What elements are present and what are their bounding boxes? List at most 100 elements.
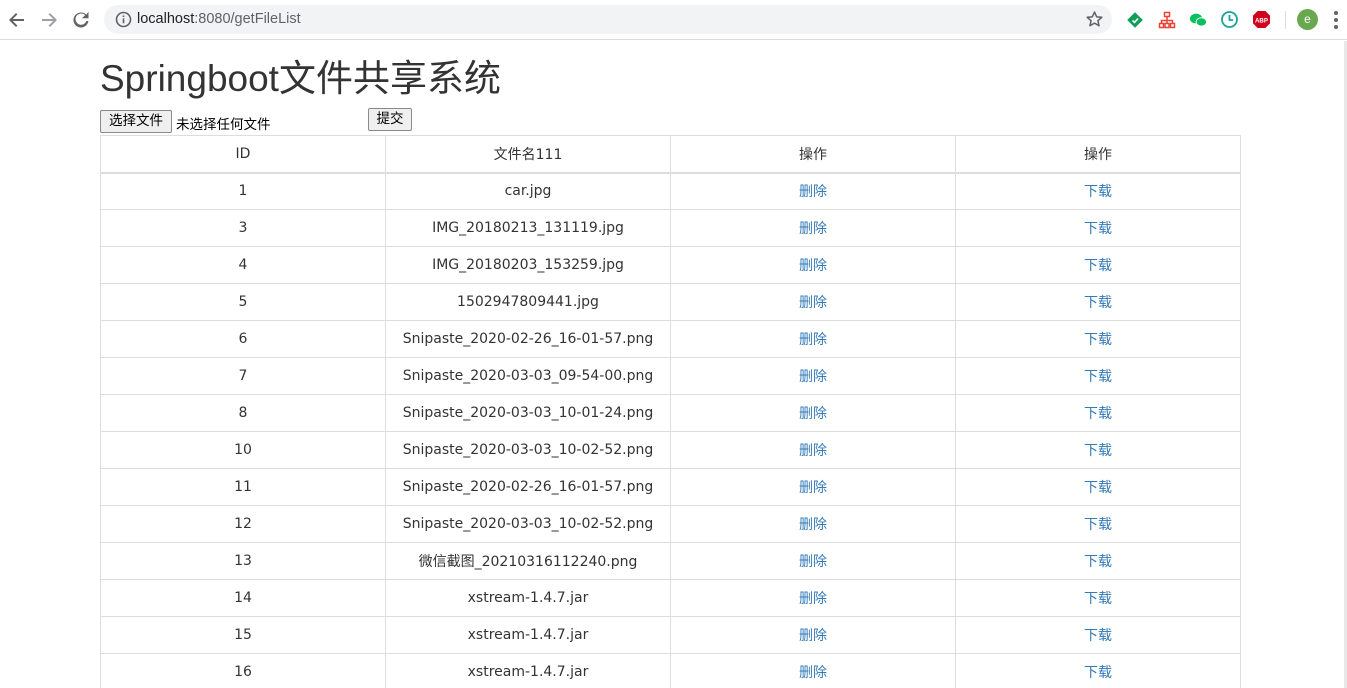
delete-link[interactable]: 删除 bbox=[799, 295, 827, 311]
extension-sitemap-icon[interactable] bbox=[1157, 10, 1176, 29]
forward-button[interactable] bbox=[37, 8, 61, 32]
header-action-download: 操作 bbox=[955, 135, 1241, 174]
download-link[interactable]: 下载 bbox=[1084, 184, 1112, 200]
file-id: 16 bbox=[100, 653, 386, 688]
adblock-label: ABP bbox=[1255, 17, 1268, 24]
download-cell: 下载 bbox=[955, 653, 1241, 688]
reload-button[interactable] bbox=[69, 8, 93, 32]
download-link[interactable]: 下载 bbox=[1084, 591, 1112, 607]
file-name: Snipaste_2020-03-03_10-02-52.png bbox=[385, 505, 671, 543]
delete-cell: 删除 bbox=[670, 357, 956, 395]
delete-link[interactable]: 删除 bbox=[799, 628, 827, 644]
file-status-text: 未选择任何文件 bbox=[176, 117, 271, 133]
delete-link[interactable]: 删除 bbox=[799, 443, 827, 459]
back-arrow-icon bbox=[9, 13, 24, 27]
delete-link[interactable]: 删除 bbox=[799, 591, 827, 607]
delete-link[interactable]: 删除 bbox=[799, 332, 827, 348]
download-link[interactable]: 下载 bbox=[1084, 369, 1112, 385]
table-row: 13 微信截图_20210316112240.png 删除 下载 bbox=[100, 542, 1241, 580]
delete-cell: 删除 bbox=[670, 283, 956, 321]
table-row: 11 Snipaste_2020-02-26_16-01-57.png 删除 下载 bbox=[100, 468, 1241, 506]
address-bar[interactable]: localhost:8080/getFileList bbox=[104, 5, 1112, 34]
bookmark-star-icon[interactable] bbox=[1085, 10, 1104, 29]
extension-adblock-icon[interactable]: ABP bbox=[1252, 10, 1271, 29]
delete-cell: 删除 bbox=[670, 505, 956, 543]
download-link[interactable]: 下载 bbox=[1084, 332, 1112, 348]
file-name: Snipaste_2020-03-03_10-01-24.png bbox=[385, 394, 671, 432]
download-link[interactable]: 下载 bbox=[1084, 443, 1112, 459]
file-id: 4 bbox=[100, 246, 386, 284]
url-text[interactable]: localhost:8080/getFileList bbox=[137, 11, 301, 28]
delete-link[interactable]: 删除 bbox=[799, 665, 827, 681]
file-name: Snipaste_2020-02-26_16-01-57.png bbox=[385, 320, 671, 358]
table-row: 1 car.jpg 删除 下载 bbox=[100, 172, 1241, 210]
file-name: 1502947809441.jpg bbox=[385, 283, 671, 321]
file-name: xstream-1.4.7.jar bbox=[385, 616, 671, 654]
url-path: :8080/getFileList bbox=[194, 11, 301, 27]
download-link[interactable]: 下载 bbox=[1084, 554, 1112, 570]
delete-link[interactable]: 删除 bbox=[799, 258, 827, 274]
extension-wechat-icon[interactable] bbox=[1189, 10, 1208, 29]
download-link[interactable]: 下载 bbox=[1084, 258, 1112, 274]
table-row: 7 Snipaste_2020-03-03_09-54-00.png 删除 下载 bbox=[100, 357, 1241, 395]
delete-link[interactable]: 删除 bbox=[799, 406, 827, 422]
download-link[interactable]: 下载 bbox=[1084, 480, 1112, 496]
file-name: IMG_20180203_153259.jpg bbox=[385, 246, 671, 284]
info-icon[interactable] bbox=[115, 11, 132, 28]
download-cell: 下载 bbox=[955, 431, 1241, 469]
delete-cell: 删除 bbox=[670, 209, 956, 247]
page-title: Springboot文件共享系统 bbox=[100, 58, 501, 99]
table-row: 6 Snipaste_2020-02-26_16-01-57.png 删除 下载 bbox=[100, 320, 1241, 358]
file-name: car.jpg bbox=[385, 172, 671, 210]
download-link[interactable]: 下载 bbox=[1084, 295, 1112, 311]
download-cell: 下载 bbox=[955, 246, 1241, 284]
delete-link[interactable]: 删除 bbox=[799, 554, 827, 570]
delete-link[interactable]: 删除 bbox=[799, 480, 827, 496]
file-table: ID 文件名111 操作 操作 1 car.jpg 删除 下载 3 IMG_2018021… bbox=[100, 135, 1241, 688]
file-id: 14 bbox=[100, 579, 386, 617]
profile-avatar[interactable]: e bbox=[1297, 9, 1318, 30]
delete-link[interactable]: 删除 bbox=[799, 517, 827, 533]
browser-toolbar: localhost:8080/getFileList ABP e bbox=[0, 0, 1347, 40]
delete-cell: 删除 bbox=[670, 653, 956, 688]
extension-clock-icon[interactable] bbox=[1220, 10, 1239, 29]
submit-button[interactable]: 提交 bbox=[368, 108, 412, 131]
table-row: 10 Snipaste_2020-03-03_10-02-52.png 删除 下载 bbox=[100, 431, 1241, 469]
delete-link[interactable]: 删除 bbox=[799, 221, 827, 237]
browser-menu-icon[interactable] bbox=[1331, 10, 1341, 30]
delete-cell: 删除 bbox=[670, 172, 956, 210]
table-header-row: ID 文件名111 操作 操作 bbox=[100, 135, 1241, 174]
download-cell: 下载 bbox=[955, 283, 1241, 321]
file-id: 12 bbox=[100, 505, 386, 543]
file-name: Snipaste_2020-03-03_10-02-52.png bbox=[385, 431, 671, 469]
back-button[interactable] bbox=[5, 8, 29, 32]
table-row: 12 Snipaste_2020-03-03_10-02-52.png 删除 下载 bbox=[100, 505, 1241, 543]
extension-diamond-icon[interactable] bbox=[1125, 10, 1144, 29]
download-link[interactable]: 下载 bbox=[1084, 406, 1112, 422]
file-name: Snipaste_2020-02-26_16-01-57.png bbox=[385, 468, 671, 506]
choose-file-button[interactable]: 选择文件 bbox=[100, 110, 172, 133]
download-link[interactable]: 下载 bbox=[1084, 628, 1112, 644]
download-link[interactable]: 下载 bbox=[1084, 221, 1112, 237]
download-link[interactable]: 下载 bbox=[1084, 517, 1112, 533]
file-id: 11 bbox=[100, 468, 386, 506]
table-row: 8 Snipaste_2020-03-03_10-01-24.png 删除 下载 bbox=[100, 394, 1241, 432]
header-id: ID bbox=[100, 135, 386, 174]
delete-cell: 删除 bbox=[670, 468, 956, 506]
delete-link[interactable]: 删除 bbox=[799, 184, 827, 200]
download-cell: 下载 bbox=[955, 394, 1241, 432]
file-name: Snipaste_2020-03-03_09-54-00.png bbox=[385, 357, 671, 395]
delete-cell: 删除 bbox=[670, 616, 956, 654]
reload-icon bbox=[73, 11, 89, 28]
file-name: 微信截图_20210316112240.png bbox=[385, 542, 671, 580]
file-name: xstream-1.4.7.jar bbox=[385, 579, 671, 617]
download-cell: 下载 bbox=[955, 542, 1241, 580]
download-link[interactable]: 下载 bbox=[1084, 665, 1112, 681]
header-filename: 文件名111 bbox=[385, 135, 671, 174]
table-row: 14 xstream-1.4.7.jar 删除 下载 bbox=[100, 579, 1241, 617]
file-id: 3 bbox=[100, 209, 386, 247]
download-cell: 下载 bbox=[955, 616, 1241, 654]
header-action-delete: 操作 bbox=[670, 135, 956, 174]
delete-link[interactable]: 删除 bbox=[799, 369, 827, 385]
download-cell: 下载 bbox=[955, 468, 1241, 506]
